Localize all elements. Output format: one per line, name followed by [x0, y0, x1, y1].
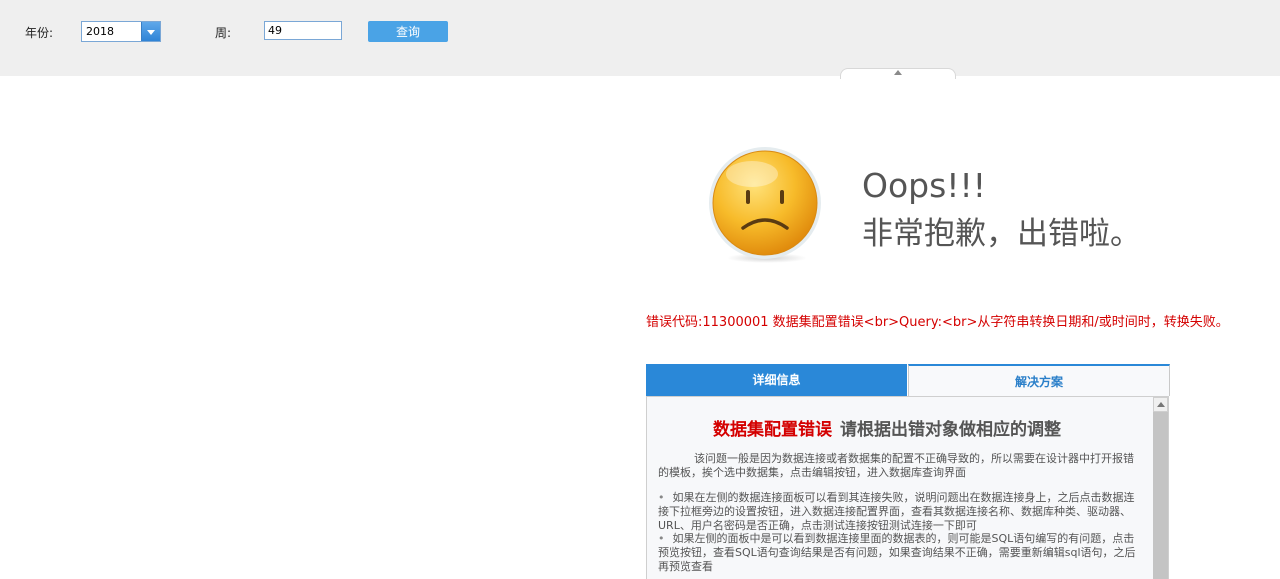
tab-solution[interactable]: 解决方案 [908, 364, 1170, 396]
panel-title: 数据集配置错误 请根据出错对象做相应的调整 [713, 415, 1061, 440]
solution-step-text: 如果在左侧的数据连接面板可以看到其连接失败，说明问题出在数据连接身上，之后点击数… [658, 491, 1135, 532]
panel-scrollbar[interactable] [1153, 397, 1168, 579]
year-value: 2018 [86, 25, 114, 38]
error-tabs: 详细信息 解决方案 [646, 364, 1170, 396]
chevron-up-icon [894, 70, 902, 75]
solution-intro: 该问题一般是因为数据连接或者数据集的配置不正确导致的，所以需要在设计器中打开报错… [658, 452, 1134, 479]
scroll-up-icon [1157, 402, 1165, 407]
sad-face-icon [709, 147, 821, 263]
solution-step-item: • 如果在左侧的数据连接面板可以看到其连接失败，说明问题出在数据连接身上，之后点击… [658, 491, 1140, 533]
week-label: 周: [215, 26, 232, 40]
solution-step-item: • 如果左侧的面板中是可以看到数据连接里面的数据表的，则可能是SQL语句编写的有问… [658, 532, 1140, 574]
bullet-icon: • [658, 532, 665, 545]
year-combobox[interactable]: 2018 [81, 21, 161, 42]
collapse-parameter-toggle[interactable] [840, 68, 956, 79]
sorry-heading: 非常抱歉，出错啦。 [862, 216, 1141, 252]
scroll-up-button[interactable] [1153, 397, 1168, 412]
solution-panel: 数据集配置错误 请根据出错对象做相应的调整 该问题一般是因为数据连接或者数据集的配… [646, 396, 1169, 579]
week-input[interactable] [264, 21, 342, 40]
panel-title-error: 数据集配置错误 [713, 420, 832, 440]
year-dropdown-button[interactable] [141, 22, 160, 41]
solution-step-text: 如果左侧的面板中是可以看到数据连接里面的数据表的，则可能是SQL语句编写的有问题… [658, 532, 1136, 573]
tab-detail-info[interactable]: 详细信息 [646, 364, 907, 396]
chevron-down-icon [147, 30, 155, 35]
year-label: 年份: [25, 26, 54, 40]
bullet-icon: • [658, 491, 665, 504]
oops-heading: Oops!!! [862, 166, 986, 205]
parameter-bar: 年份: 2018 周: 查询 [0, 0, 1280, 79]
panel-title-hint: 请根据出错对象做相应的调整 [840, 420, 1061, 440]
query-button[interactable]: 查询 [368, 21, 448, 42]
error-message: 错误代码:11300001 数据集配置错误<br>Query:<br>从字符串转… [646, 315, 1229, 330]
